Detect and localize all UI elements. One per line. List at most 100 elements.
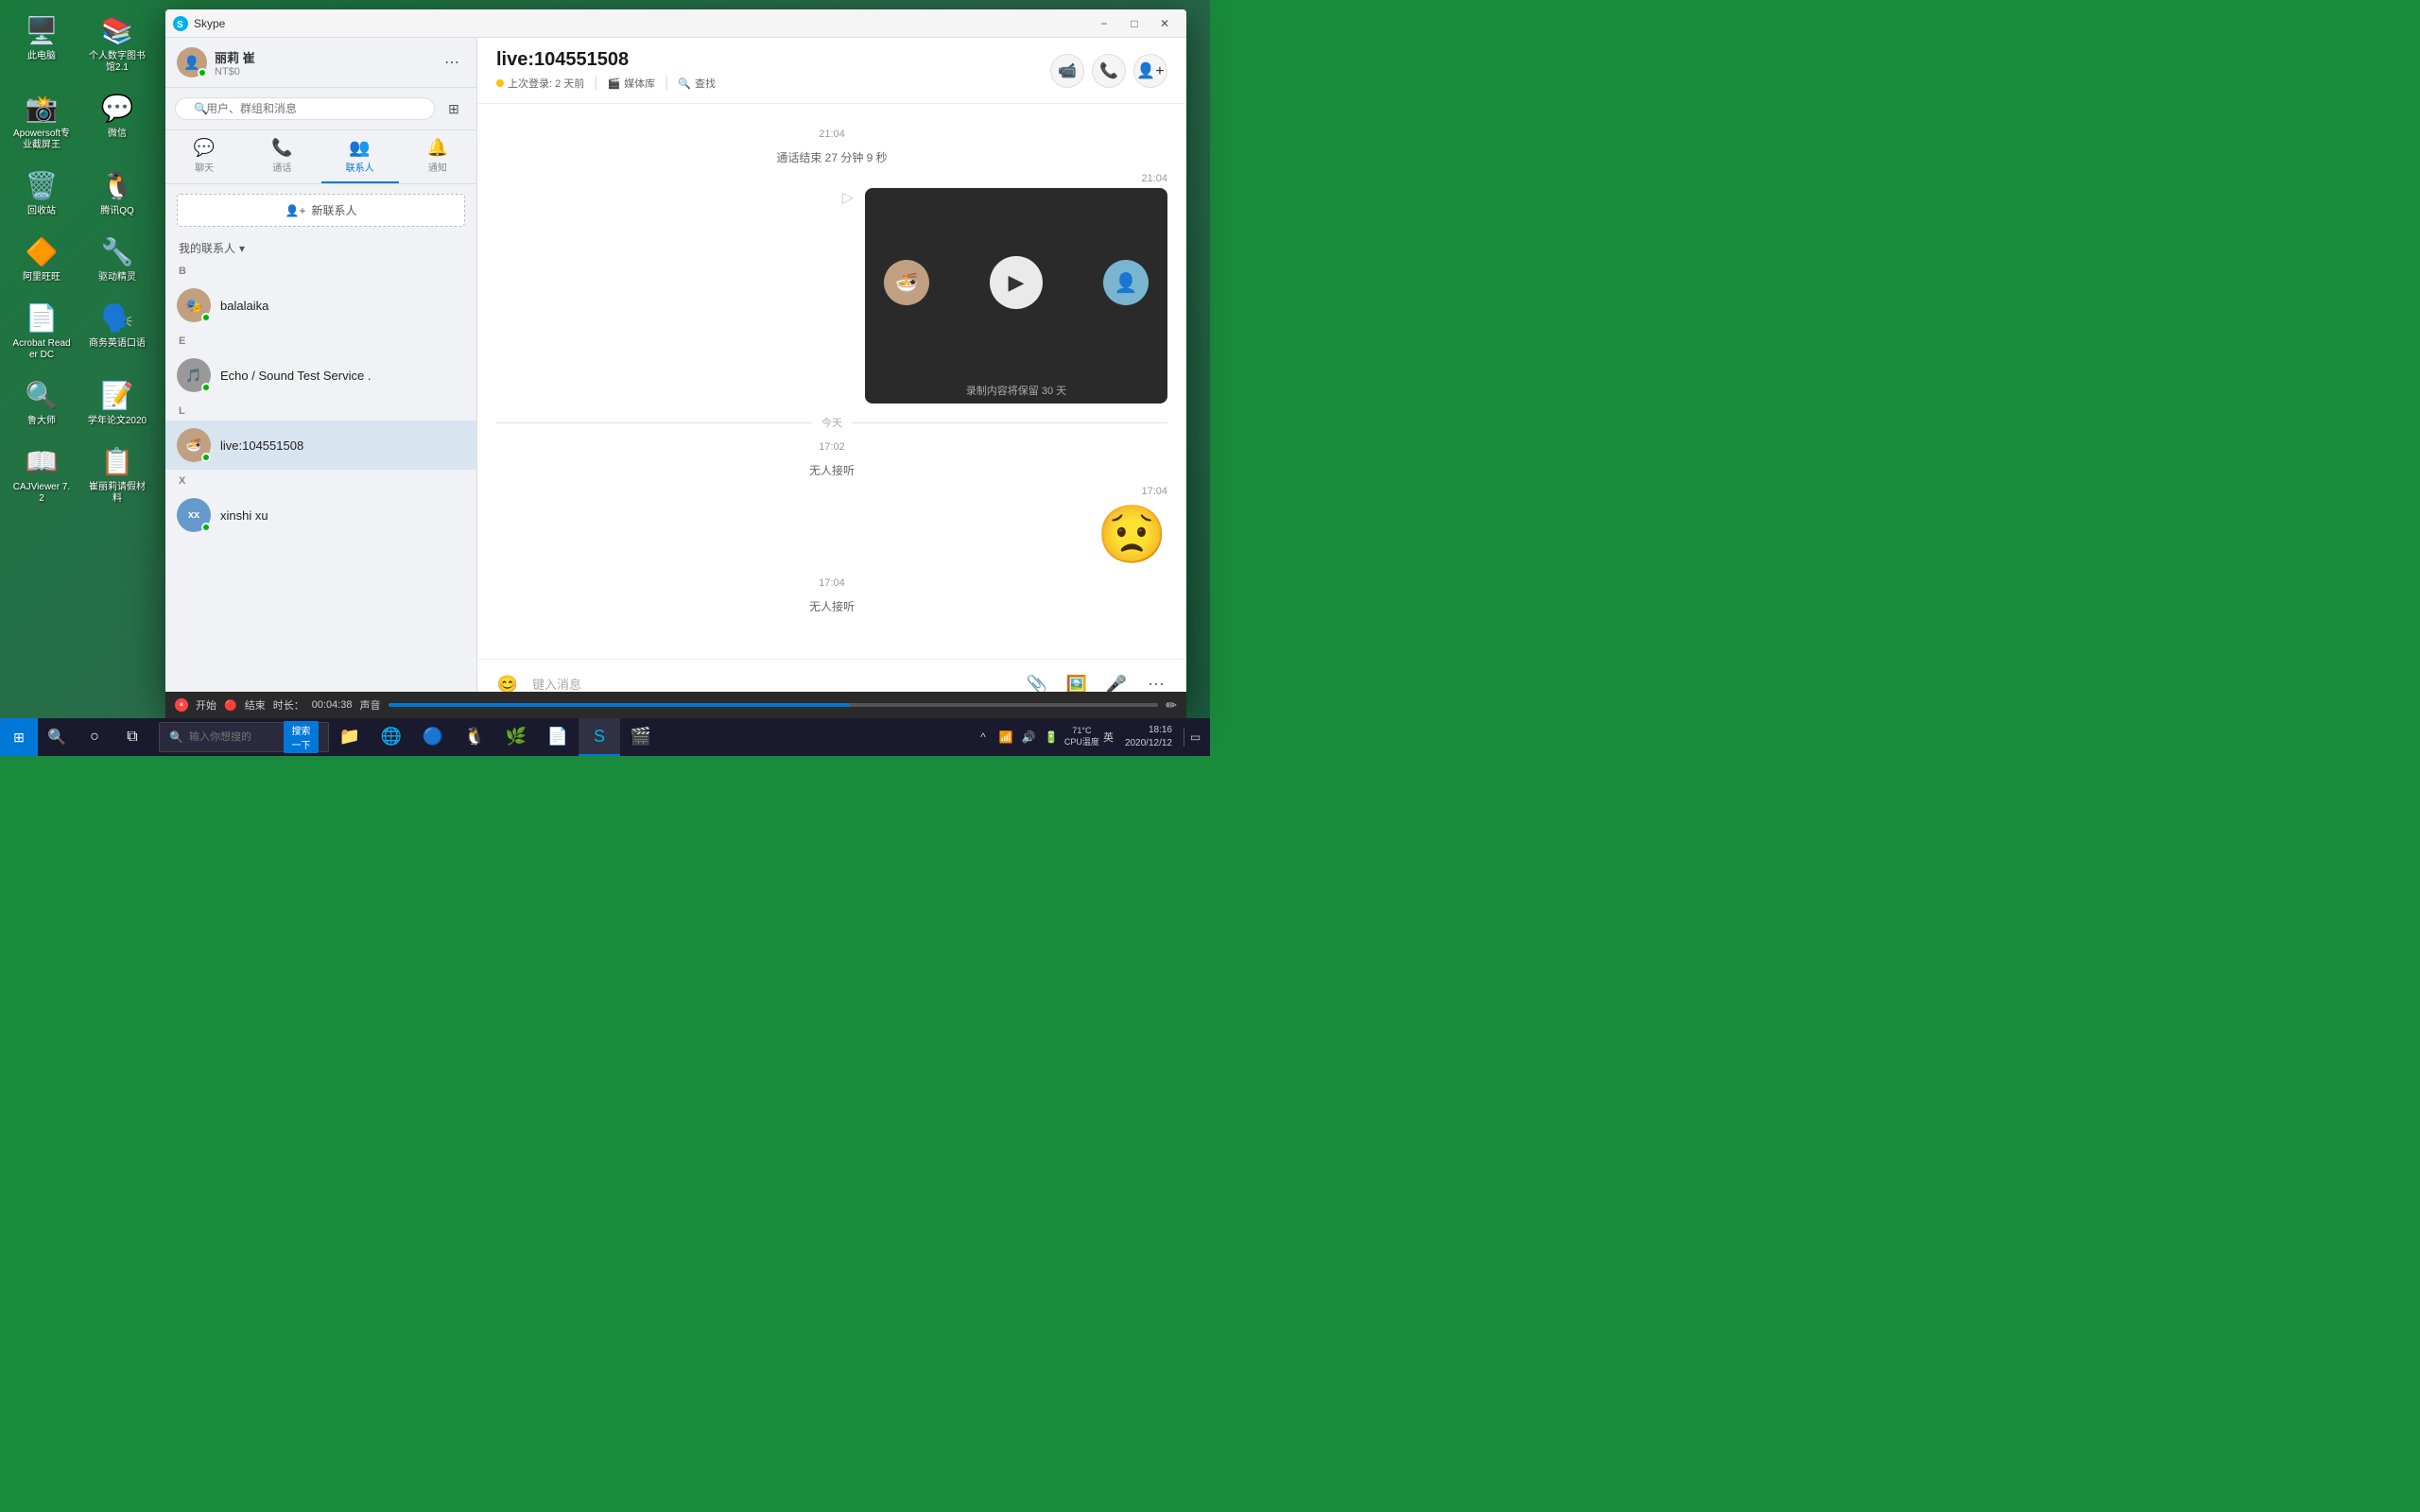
desktop-icon-apowersoft[interactable]: 📸 Apowersoft专业截屏王 (8, 85, 76, 155)
more-options-button[interactable]: ⋯ (439, 49, 465, 76)
taskbar-app-edge[interactable]: 🌐 (371, 718, 412, 756)
msg-timestamp-emoji: 17:04 (1141, 486, 1167, 497)
desktop-icon-library[interactable]: 📚 个人数字图书馆2.1 (83, 8, 151, 77)
taskbar-app-video[interactable]: 🎬 (620, 718, 662, 756)
stop-label: 结束 (245, 697, 266, 713)
taskbar-search-button[interactable]: 搜索一下 (284, 721, 319, 753)
desktop-icon-ludashi[interactable]: 🔍 鲁大师 (8, 372, 76, 431)
desktop-icon-leave[interactable]: 📋 崔丽莉请假材料 (83, 438, 151, 508)
meta-search[interactable]: 🔍 查找 (678, 76, 716, 91)
show-desktop-button[interactable]: ▭ (1184, 728, 1202, 747)
taskbar-search-input[interactable] (189, 731, 284, 743)
sidebar: 👤 丽莉 崔 NT$0 ⋯ 🔍 (165, 38, 477, 709)
status-dot-live (201, 453, 211, 462)
taskbar-app-explorer[interactable]: 📁 (329, 718, 371, 756)
desktop-icon-qq[interactable]: 🐧 腾讯QQ (83, 163, 151, 221)
caj-label: CAJViewer 7.2 (11, 482, 72, 505)
meta-last-login: 上次登录: 2 天前 (496, 76, 584, 91)
contact-item-live[interactable]: 🍜 live:104551508 (165, 421, 476, 470)
taskbar-search-bar[interactable]: 🔍 搜索一下 (159, 722, 329, 752)
contacts-tab-label: 联系人 (346, 160, 374, 174)
section-header-e: E (165, 330, 476, 351)
video-call-button[interactable]: 📹 (1050, 54, 1084, 88)
desktop-icon-recycle[interactable]: 🗑️ 回收站 (8, 163, 76, 221)
desktop-icon-aliww[interactable]: 🔶 阿里旺旺 (8, 229, 76, 287)
user-online-dot (198, 68, 207, 77)
search-input[interactable] (175, 97, 435, 120)
qq-taskbar-icon: 🐧 (464, 727, 485, 747)
contact-name-live: live:104551508 (220, 438, 303, 453)
contact-avatar-xinshi: xx (177, 498, 211, 532)
chat-title: live:104551508 (496, 49, 716, 71)
desktop-icon-thesis[interactable]: 📝 学年论文2020 (83, 372, 151, 431)
status-dot-xinshi (201, 523, 211, 532)
maximize-button[interactable]: □ (1120, 14, 1149, 33)
search-icon: 🔍 (194, 102, 208, 115)
desktop-icon-acrobat[interactable]: 📄 Acrobat Reader DC (8, 295, 76, 365)
english-label: 商务英语口语 (89, 338, 146, 350)
tab-chat[interactable]: 💬 聊天 (165, 130, 243, 183)
minimize-button[interactable]: − (1090, 14, 1118, 33)
taskbar-cortana-button[interactable]: ○ (76, 718, 113, 756)
desktop-icon-caj[interactable]: 📖 CAJViewer 7.2 (8, 438, 76, 508)
taskbar: ⊞ 🔍 ○ ⧉ 🔍 搜索一下 📁 🌐 🔵 🐧 (0, 718, 1210, 756)
desktop-icons: 🖥️ 此电脑 📚 个人数字图书馆2.1 📸 Apowersoft专业截屏王 💬 … (8, 8, 151, 508)
taskbar-app-app5[interactable]: 🌿 (495, 718, 537, 756)
windows-icon: ⊞ (13, 730, 25, 746)
user-balance: NT$0 (215, 66, 255, 77)
section-header-x: X (165, 470, 476, 490)
tab-notifications[interactable]: 🔔 通知 (399, 130, 476, 183)
taskbar-app-skype[interactable]: S (579, 718, 620, 756)
desktop-icon-computer[interactable]: 🖥️ 此电脑 (8, 8, 76, 77)
start-button[interactable]: ⊞ (0, 718, 38, 756)
language-indicator[interactable]: 英 (1103, 730, 1114, 745)
new-contact-button[interactable]: 👤+ 新联系人 (177, 194, 465, 227)
desktop-icon-english[interactable]: 🗣️ 商务英语口语 (83, 295, 151, 365)
add-contact-icon: 👤+ (285, 204, 306, 217)
message-input[interactable] (532, 678, 1012, 692)
taskbar-app-acrobat[interactable]: 📄 (537, 718, 579, 756)
contact-item-echo[interactable]: 🎵 Echo / Sound Test Service . (165, 351, 476, 400)
grid-view-button[interactable]: ⊞ (441, 95, 467, 122)
today-divider: 今天 (496, 415, 1167, 430)
cpu-label: CPU温度 (1064, 737, 1099, 748)
taskbar-datetime[interactable]: 18:16 2020/12/12 (1117, 724, 1180, 750)
status-dot-echo (201, 383, 211, 392)
voice-call-button[interactable]: 📞 (1092, 54, 1126, 88)
chrome-icon: 🔵 (423, 727, 443, 747)
taskbar-multitask-button[interactable]: ⧉ (113, 718, 151, 756)
skype-logo: S (173, 16, 188, 31)
network-icon[interactable]: 📶 (996, 728, 1015, 747)
video-thumbnail: 🍜 ▶ 👤 (865, 188, 1167, 377)
contact-item-xinshi[interactable]: xx xinshi xu (165, 490, 476, 540)
my-contacts-header[interactable]: 我的联系人 ▾ (165, 236, 476, 260)
close-button[interactable]: ✕ (1150, 14, 1179, 33)
pen-icon[interactable]: ✏ (1166, 697, 1177, 713)
video-call-icon: 📹 (1058, 61, 1077, 80)
taskbar-app-chrome[interactable]: 🔵 (412, 718, 454, 756)
video-play-button[interactable]: ▶ (990, 256, 1043, 309)
msg-time-1704: 17:04 (496, 577, 1167, 589)
desktop-icon-driver[interactable]: 🔧 驱动精灵 (83, 229, 151, 287)
tray-arrow[interactable]: ^ (974, 728, 993, 747)
pause-icon: ⏸ (180, 700, 183, 710)
tab-contacts[interactable]: 👥 联系人 (321, 130, 399, 183)
meta-media[interactable]: 🎬 媒体库 (607, 76, 655, 91)
section-header-l: L (165, 400, 476, 421)
taskbar-search-icon[interactable]: 🔍 (38, 718, 76, 756)
duration-label: 时长： (273, 697, 304, 713)
english-icon: 🗣️ (98, 299, 136, 336)
user-avatar[interactable]: 👤 (177, 47, 207, 77)
recording-time: 00:04:38 (312, 699, 353, 711)
desktop-icon-wechat[interactable]: 💬 微信 (83, 85, 151, 155)
add-person-icon: 👤+ (1136, 61, 1164, 80)
system-tray: ^ 📶 🔊 🔋 (974, 728, 1061, 747)
sound-icon[interactable]: 🔊 (1019, 728, 1038, 747)
battery-icon[interactable]: 🔋 (1042, 728, 1061, 747)
forward-icon[interactable]: ▷ (842, 188, 854, 207)
tab-calls[interactable]: 📞 通话 (243, 130, 320, 183)
driver-icon: 🔧 (98, 232, 136, 270)
taskbar-app-qq[interactable]: 🐧 (454, 718, 495, 756)
add-contact-header-button[interactable]: 👤+ (1133, 54, 1167, 88)
contact-item-balalaika[interactable]: 🎭 balalaika (165, 281, 476, 330)
